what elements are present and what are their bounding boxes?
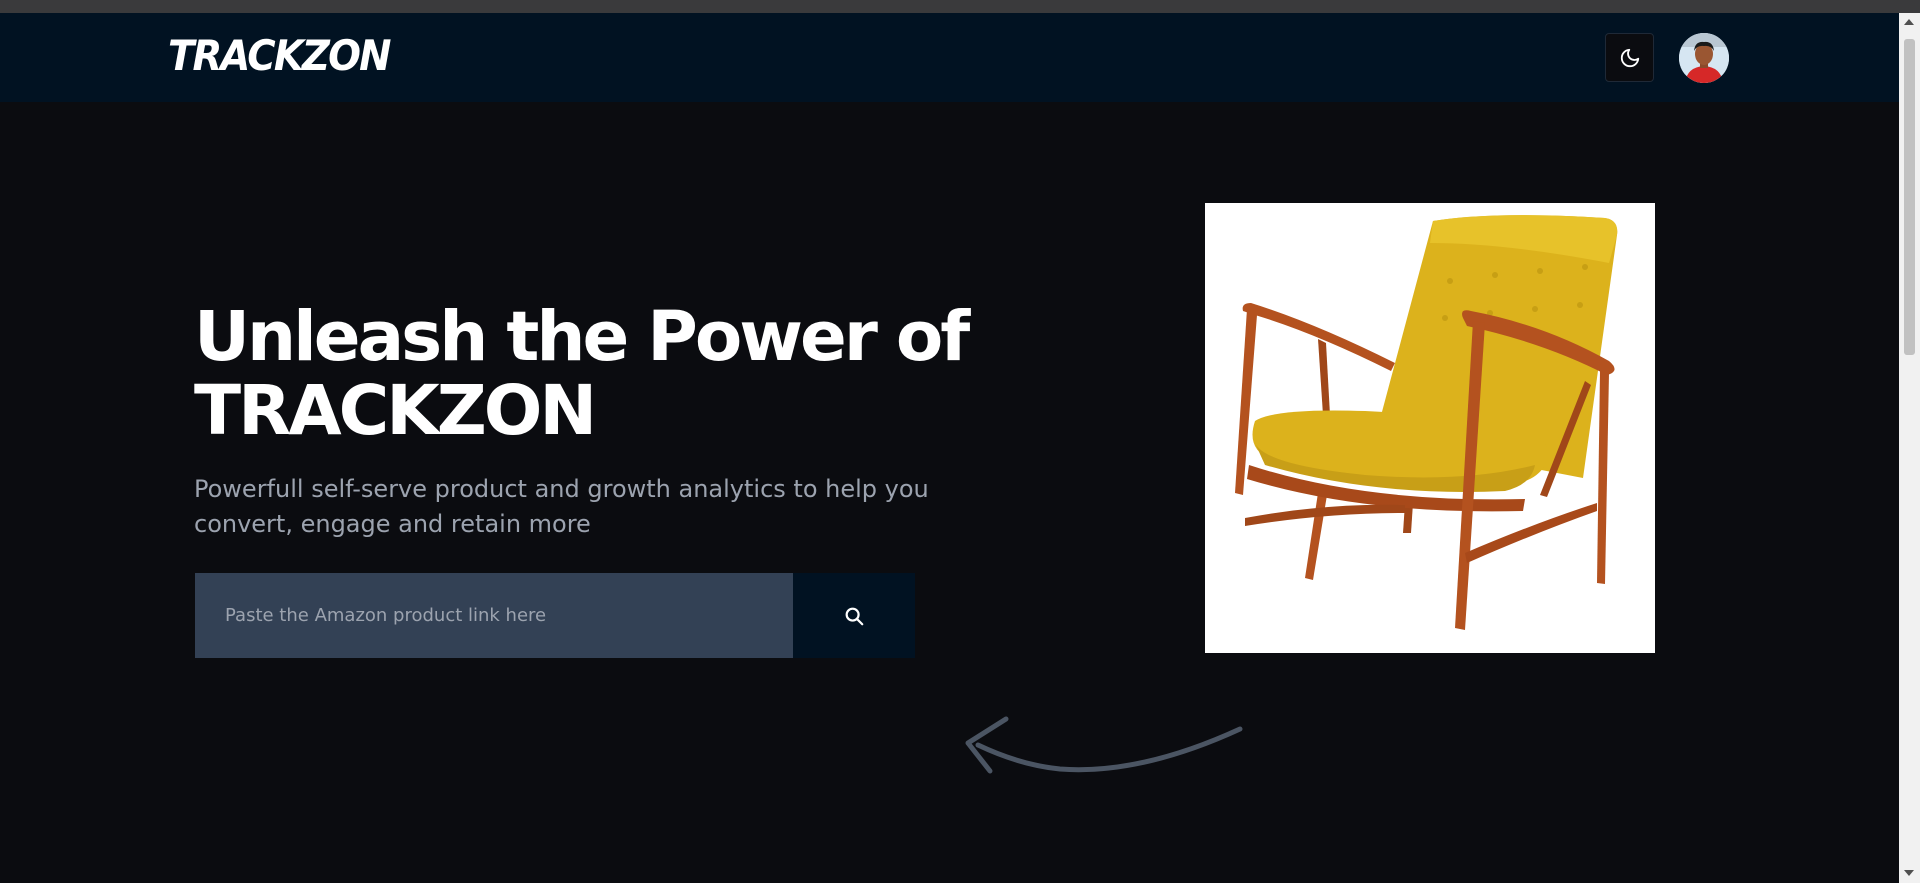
scroll-down-arrow-icon[interactable] [1904,870,1914,876]
avatar[interactable] [1679,33,1729,83]
curved-arrow-icon [965,716,1243,774]
theme-toggle-button[interactable] [1605,33,1654,82]
search-bar [195,573,915,658]
scroll-up-arrow-icon[interactable] [1904,19,1914,25]
armchair-illustration [1235,215,1618,630]
page-scrollbar[interactable] [1899,13,1920,883]
hero-subtitle-line2: convert, engage and retain more [194,510,591,538]
search-icon [845,607,864,625]
browser-top-strip [0,0,1920,13]
scrollbar-thumb[interactable] [1904,39,1915,355]
user-avatar-image [1679,33,1729,83]
search-button[interactable] [793,573,915,658]
product-image [1205,203,1655,653]
hero-title-line1: Unleash the Power of [194,297,970,377]
hero-title: Unleash the Power of TRACKZON [194,297,970,451]
logo[interactable]: TRACKZON [168,31,391,81]
hero-subtitle-line1: Powerfull self-serve product and growth … [194,475,929,503]
hero-subtitle: Powerfull self-serve product and growth … [194,472,954,542]
moon-icon [1620,48,1639,67]
product-link-input[interactable] [195,573,793,658]
hero-title-line2: TRACKZON [194,371,597,451]
navbar: TRACKZON [0,13,1899,102]
